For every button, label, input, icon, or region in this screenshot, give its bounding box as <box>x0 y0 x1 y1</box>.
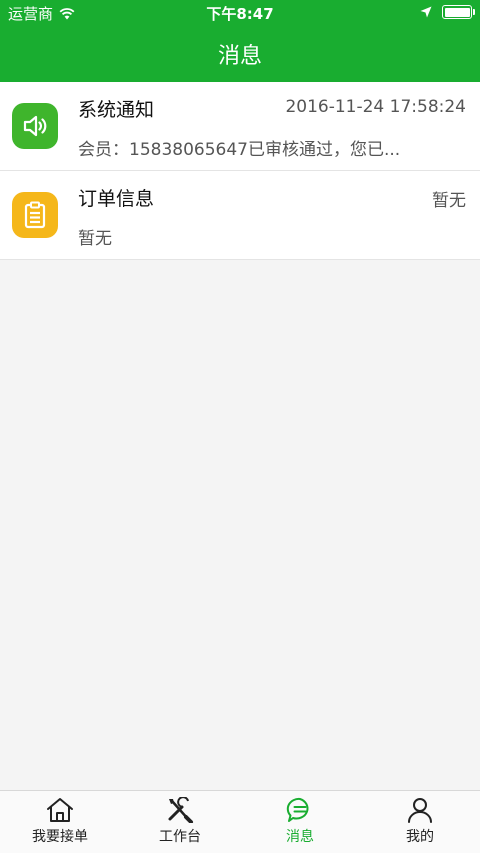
status-bar: 运营商 下午8:47 <box>0 0 480 26</box>
message-preview: 会员：15838065647已审核通过，您已... <box>78 140 401 160</box>
tools-icon <box>168 797 193 823</box>
page-title: 消息 <box>217 44 262 69</box>
message-time: 2016-11-24 17:58:24 <box>285 97 466 117</box>
tab-workbench[interactable]: 工作台 <box>120 791 240 853</box>
message-list: 系统通知 2016-11-24 17:58:24 会员：15838065647已… <box>0 82 480 260</box>
location-arrow-icon <box>420 6 432 18</box>
clipboard-icon <box>12 192 58 238</box>
tab-label: 我要接单 <box>32 829 88 845</box>
tab-me[interactable]: 我的 <box>360 791 480 853</box>
home-icon <box>47 798 73 822</box>
message-title: 订单信息 <box>78 188 155 210</box>
speaker-icon <box>12 103 58 149</box>
battery-icon <box>442 5 475 19</box>
message-title: 系统通知 <box>78 99 155 121</box>
nav-bar: 消息 <box>0 26 480 82</box>
status-time: 下午8:47 <box>206 5 274 23</box>
tab-label: 消息 <box>286 829 314 845</box>
tab-label: 我的 <box>406 829 434 845</box>
message-row-system[interactable]: 系统通知 2016-11-24 17:58:24 会员：15838065647已… <box>0 82 480 171</box>
user-icon <box>408 798 432 823</box>
message-preview: 暂无 <box>78 229 112 249</box>
tab-take-orders[interactable]: 我要接单 <box>0 791 120 853</box>
tab-messages[interactable]: 消息 <box>240 791 360 853</box>
tab-bar: 我要接单 工作台 消息 我的 <box>0 790 480 853</box>
message-row-order[interactable]: 订单信息 暂无 暂无 <box>0 171 480 260</box>
status-right-group <box>420 5 475 19</box>
tab-label: 工作台 <box>159 829 201 845</box>
message-time: 暂无 <box>432 191 466 211</box>
chat-icon <box>286 797 309 822</box>
